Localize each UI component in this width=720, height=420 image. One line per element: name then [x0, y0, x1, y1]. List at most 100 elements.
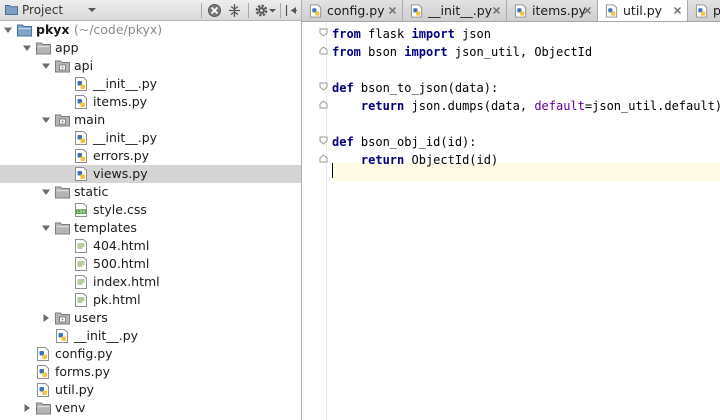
fold-marker-icon[interactable]: [319, 82, 328, 91]
code-line: return ObjectId(id): [332, 151, 498, 169]
tree-root[interactable]: pkyx (~/code/pkyx): [0, 21, 301, 39]
code-token: =json_util.default): [584, 99, 720, 113]
gear-dropdown-icon[interactable]: [268, 3, 277, 18]
editor-tab[interactable]: items.py: [507, 0, 598, 21]
code-token: json_util, ObjectId: [447, 45, 593, 59]
html-file-icon: [75, 275, 87, 289]
tree-item[interactable]: __init__.py: [0, 129, 301, 147]
editor-area: config.py __init__.py items.py util.py pk fr…: [302, 0, 720, 420]
tree-item-label: config.py: [55, 346, 113, 361]
tree-item[interactable]: items.py: [0, 93, 301, 111]
tree-item-label: forms.py: [55, 364, 110, 379]
expand-arrow-icon[interactable]: [41, 223, 51, 233]
tree-item[interactable]: config.py: [0, 345, 301, 363]
tree-item[interactable]: app: [0, 39, 301, 57]
python-file-icon: [37, 365, 49, 379]
html-file-icon: [75, 239, 87, 253]
locate-icon[interactable]: [207, 3, 222, 18]
tree-item[interactable]: util.py: [0, 381, 301, 399]
tree-item[interactable]: __init__.py: [0, 327, 301, 345]
editor-tab[interactable]: __init__.py: [403, 0, 507, 21]
tree-item-label: index.html: [93, 274, 160, 289]
editor-tab[interactable]: util.py: [598, 0, 688, 21]
tab-close-icon[interactable]: [388, 6, 397, 15]
tab-label: config.py: [327, 3, 385, 18]
tree-item[interactable]: pk.html: [0, 291, 301, 309]
tab-close-icon[interactable]: [492, 6, 501, 15]
python-file-icon: [75, 149, 87, 163]
code-editor[interactable]: from flask import json from bson import j…: [332, 22, 720, 420]
python-file-icon: [75, 77, 87, 91]
tab-close-icon[interactable]: [583, 6, 592, 15]
python-file-icon: [410, 4, 423, 18]
package-folder-icon: [55, 60, 70, 73]
code-line: from bson import json_util, ObjectId: [332, 43, 592, 61]
fold-marker-icon[interactable]: [319, 100, 328, 109]
code-line: def bson_to_json(data):: [332, 79, 498, 97]
panel-title[interactable]: Project: [22, 3, 63, 17]
expand-arrow-icon[interactable]: [41, 187, 51, 197]
tree-item[interactable]: api: [0, 57, 301, 75]
code-keyword: def: [332, 81, 354, 95]
collapse-all-icon[interactable]: [227, 3, 242, 18]
folder-icon: [55, 186, 70, 199]
editor-tab[interactable]: config.py: [302, 0, 403, 21]
tree-item[interactable]: CSS style.css: [0, 201, 301, 219]
tree-item[interactable]: __init__.py: [0, 75, 301, 93]
code-keyword: import: [411, 27, 455, 41]
tree-item[interactable]: 404.html: [0, 237, 301, 255]
svg-text:CSS: CSS: [77, 209, 86, 214]
tree-item-label: 404.html: [93, 238, 150, 253]
tree-item[interactable]: static: [0, 183, 301, 201]
tree-item-label: errors.py: [93, 148, 150, 163]
fold-marker-icon[interactable]: [319, 154, 328, 163]
tree-item-label: __init__.py: [93, 76, 158, 91]
tree-item-label: 500.html: [93, 256, 150, 271]
expand-arrow-icon[interactable]: [22, 43, 32, 53]
code-line: from flask import json: [332, 25, 491, 43]
tree-item[interactable]: index.html: [0, 273, 301, 291]
css-file-icon: CSS: [75, 203, 87, 217]
tab-label: __init__.py: [428, 3, 493, 18]
tree-item-label: venv: [55, 400, 86, 415]
project-panel-header: Project: [0, 0, 301, 21]
expand-arrow-icon[interactable]: [3, 25, 13, 35]
code-line: def bson_obj_id(id):: [332, 133, 477, 151]
fold-marker-icon[interactable]: [319, 28, 328, 37]
tree-item[interactable]: 500.html: [0, 255, 301, 273]
tree-item[interactable]: users: [0, 309, 301, 327]
editor-tab[interactable]: pk: [688, 0, 720, 21]
code-token: bson_to_json(data):: [353, 81, 499, 95]
tree-item[interactable]: templates: [0, 219, 301, 237]
tree-item[interactable]: views.py: [0, 165, 301, 183]
python-file-icon: [75, 131, 87, 145]
tree-item-label: __init__.py: [93, 130, 158, 145]
folder-icon: [55, 222, 70, 235]
hide-panel-icon[interactable]: [284, 3, 299, 18]
collapsed-arrow-icon[interactable]: [22, 403, 32, 413]
fold-marker-icon[interactable]: [319, 136, 328, 145]
tree-item[interactable]: errors.py: [0, 147, 301, 165]
tree-item[interactable]: venv: [0, 399, 301, 417]
collapsed-arrow-icon[interactable]: [41, 313, 51, 323]
tree-item[interactable]: main: [0, 111, 301, 129]
project-panel: Project pkyx (~/code/pkyx) app api __ini…: [0, 0, 301, 420]
tab-close-icon[interactable]: [673, 6, 682, 15]
code-token: bson_obj_id(id):: [353, 135, 477, 149]
tree-item-label: util.py: [55, 382, 95, 397]
tree-root-label: pkyx (~/code/pkyx): [36, 22, 163, 37]
code-keyword: return: [360, 153, 405, 167]
python-file-icon: [605, 4, 618, 18]
tree-item[interactable]: forms.py: [0, 363, 301, 381]
dropdown-arrow-icon[interactable]: [85, 5, 99, 15]
tree-item-label: templates: [74, 220, 137, 235]
python-file-icon: [37, 383, 49, 397]
package-folder-icon: [55, 312, 70, 325]
expand-arrow-icon[interactable]: [41, 61, 51, 71]
expand-arrow-icon[interactable]: [41, 115, 51, 125]
tree-item-label: style.css: [93, 202, 147, 217]
gear-icon[interactable]: [254, 3, 269, 18]
fold-marker-icon[interactable]: [319, 46, 328, 55]
